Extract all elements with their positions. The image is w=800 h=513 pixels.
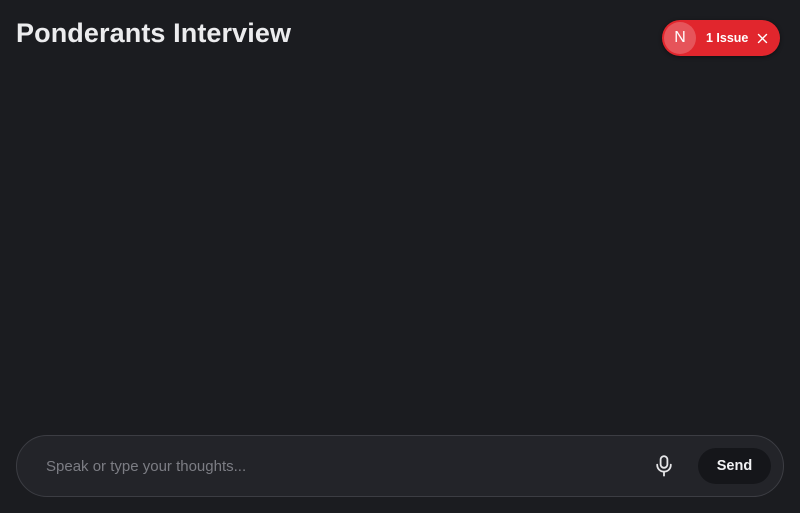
issue-count-label[interactable]: 1 Issue (706, 31, 748, 45)
microphone-button[interactable] (650, 452, 678, 480)
message-composer: Send (16, 435, 784, 497)
page-title: Ponderants Interview (16, 18, 292, 48)
issues-badge[interactable]: N 1 Issue (662, 20, 780, 56)
nextjs-logo-icon[interactable]: N (664, 22, 696, 54)
interview-page: Ponderants Interview N 1 Issue Send (0, 0, 800, 513)
send-button[interactable]: Send (698, 448, 771, 484)
logo-letter: N (674, 29, 686, 46)
close-icon[interactable] (756, 32, 768, 44)
message-input[interactable] (45, 450, 626, 482)
microphone-icon (656, 455, 672, 477)
